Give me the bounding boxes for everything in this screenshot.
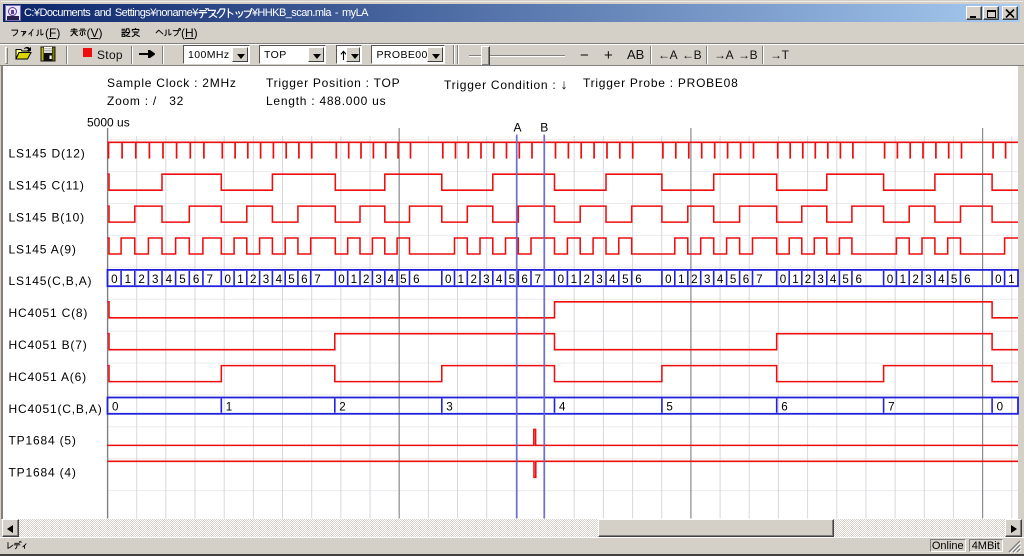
- svg-text:4: 4: [830, 273, 837, 286]
- svg-text:6: 6: [964, 273, 970, 286]
- svg-text:2: 2: [691, 273, 697, 286]
- svg-text:5000 us: 5000 us: [87, 116, 130, 130]
- svg-text:HC4051 B(7): HC4051 B(7): [9, 338, 88, 352]
- svg-text:1: 1: [678, 273, 684, 286]
- svg-text:1: 1: [458, 273, 464, 286]
- svg-text:3: 3: [375, 273, 381, 286]
- svg-text:1: 1: [900, 273, 906, 286]
- svg-text:4: 4: [717, 273, 724, 286]
- svg-text:7: 7: [756, 273, 762, 286]
- svg-text:1: 1: [571, 273, 577, 286]
- svg-text:6: 6: [781, 401, 787, 414]
- svg-text:2: 2: [805, 273, 811, 286]
- svg-text:HC4051 C(8): HC4051 C(8): [9, 306, 89, 320]
- svg-text:5: 5: [666, 401, 672, 414]
- svg-text:4: 4: [496, 273, 503, 286]
- svg-text:5: 5: [400, 273, 406, 286]
- svg-text:5: 5: [509, 273, 515, 286]
- svg-text:3: 3: [446, 401, 452, 414]
- svg-text:2: 2: [583, 273, 589, 286]
- svg-text:0: 0: [997, 401, 1003, 414]
- svg-text:6: 6: [301, 273, 307, 286]
- svg-text:3: 3: [152, 273, 158, 286]
- svg-text:6: 6: [635, 273, 641, 286]
- svg-text:2: 2: [138, 273, 144, 286]
- svg-text:5: 5: [842, 273, 848, 286]
- svg-text:7: 7: [314, 273, 320, 286]
- svg-text:1: 1: [237, 273, 243, 286]
- svg-text:2: 2: [250, 273, 256, 286]
- svg-text:2: 2: [470, 273, 476, 286]
- svg-text:3: 3: [925, 273, 931, 286]
- svg-text:1: 1: [1008, 273, 1014, 286]
- svg-text:3: 3: [483, 273, 489, 286]
- svg-text:5: 5: [622, 273, 628, 286]
- svg-text:6: 6: [413, 273, 419, 286]
- svg-text:0: 0: [224, 273, 230, 286]
- svg-text:5: 5: [179, 273, 185, 286]
- svg-text:HC4051 A(6): HC4051 A(6): [9, 370, 87, 384]
- svg-text:5: 5: [288, 273, 294, 286]
- svg-text:LS145 B(10): LS145 B(10): [9, 210, 85, 224]
- svg-text:6: 6: [743, 273, 749, 286]
- svg-text:0: 0: [112, 401, 118, 414]
- svg-text:3: 3: [704, 273, 710, 286]
- svg-text:2: 2: [912, 273, 918, 286]
- svg-text:0: 0: [558, 273, 564, 286]
- svg-text:0: 0: [111, 273, 117, 286]
- svg-text:6: 6: [855, 273, 861, 286]
- svg-text:0: 0: [665, 273, 671, 286]
- svg-text:3: 3: [596, 273, 602, 286]
- svg-text:HC4051(C,B,A): HC4051(C,B,A): [9, 402, 103, 416]
- svg-text:4: 4: [609, 273, 616, 286]
- svg-text:B: B: [540, 121, 548, 135]
- svg-text:TP1684 (5): TP1684 (5): [9, 434, 77, 448]
- svg-text:3: 3: [263, 273, 269, 286]
- svg-text:3: 3: [817, 273, 823, 286]
- svg-text:7: 7: [888, 401, 894, 414]
- svg-text:2: 2: [363, 273, 369, 286]
- svg-text:A: A: [513, 121, 521, 135]
- svg-text:LS145 C(11): LS145 C(11): [9, 179, 85, 193]
- svg-text:TP1684 (4): TP1684 (4): [9, 466, 77, 480]
- svg-text:5: 5: [730, 273, 736, 286]
- svg-text:4: 4: [276, 273, 283, 286]
- svg-text:1: 1: [351, 273, 357, 286]
- svg-text:6: 6: [521, 273, 527, 286]
- svg-text:1: 1: [226, 401, 232, 414]
- svg-text:0: 0: [338, 273, 344, 286]
- svg-text:4: 4: [938, 273, 945, 286]
- svg-text:LS145 D(12): LS145 D(12): [9, 147, 86, 161]
- svg-text:7: 7: [535, 273, 541, 286]
- svg-text:1: 1: [125, 273, 131, 286]
- svg-text:0: 0: [887, 273, 893, 286]
- svg-text:4: 4: [388, 273, 395, 286]
- svg-text:2: 2: [339, 401, 345, 414]
- svg-text:0: 0: [445, 273, 451, 286]
- svg-text:7: 7: [206, 273, 212, 286]
- svg-text:5: 5: [951, 273, 957, 286]
- svg-text:4: 4: [166, 273, 173, 286]
- svg-text:4: 4: [559, 401, 566, 414]
- svg-text:0: 0: [780, 273, 786, 286]
- svg-text:LS145 A(9): LS145 A(9): [9, 242, 77, 256]
- svg-text:0: 0: [995, 273, 1001, 286]
- svg-text:6: 6: [193, 273, 199, 286]
- svg-text:1: 1: [792, 273, 798, 286]
- svg-text:LS145(C,B,A): LS145(C,B,A): [9, 274, 93, 288]
